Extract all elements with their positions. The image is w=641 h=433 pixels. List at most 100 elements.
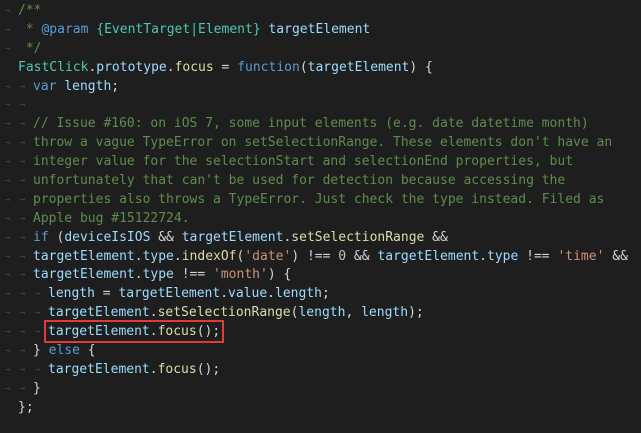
code-token: length [361,305,409,321]
code-token: type [487,248,519,264]
code-token: focus [157,361,197,377]
code-token: throw a vague TypeError on setSelectionR… [33,135,613,151]
code-token: function [237,59,300,75]
code-token: ; [111,78,120,94]
code-token: properties also throws a TypeError. Just… [33,191,605,207]
code-token: targetElement [33,248,135,264]
code-token: 'time' [557,248,605,264]
code-token: targetElement [118,286,221,302]
code-token: (); [196,324,221,340]
code-line[interactable]: → → properties also throws a TypeError. Ju… [0,191,641,210]
code-token: focus [157,324,197,340]
whitespace-marker-icon: → [20,119,26,130]
code-token: ( [299,59,308,75]
whitespace-marker-icon: → [20,157,26,168]
code-token: . [220,286,229,302]
code-token: targetElement [48,361,150,377]
code-token: . [173,248,182,264]
code-line[interactable]: }; [0,399,641,418]
whitespace-marker-icon: → [20,194,26,205]
code-line[interactable]: → → Apple bug #15122724. [0,210,641,229]
code-line[interactable]: → → unfortunately that can't be used for d… [0,172,641,191]
code-text: /** [18,2,41,21]
whitespace-marker-icon: → [5,138,11,149]
whitespace-marker-icon: → [20,138,26,149]
code-token: else [48,343,80,359]
code-text: */ [18,40,42,59]
code-token: type [142,248,174,264]
code-text: } else { [33,342,96,361]
code-token: // Issue #160: on iOS 7, some input elem… [33,116,589,132]
code-line[interactable]: → → [0,96,641,115]
whitespace-marker-icon: → [5,364,11,375]
whitespace-marker-icon: → [5,176,11,187]
code-token: prototype [96,59,167,75]
code-token: && [346,248,378,264]
whitespace-marker-icon: → [20,308,26,319]
code-token: deviceIsIOS [64,229,151,245]
code-line[interactable]: → → if (deviceIsIOS && targetElement.setSe… [0,229,641,248]
code-token: !== [173,267,214,283]
code-line[interactable]: → → targetElement.type.indexOf('date') !==… [0,248,641,267]
code-line[interactable]: → → integer value for the selectionStart a… [0,153,641,172]
code-token: ) !== [291,248,339,264]
code-token: unfortunately that can't be used for det… [33,173,566,189]
whitespace-marker-icon: → [5,383,11,394]
code-token: . [149,324,158,340]
code-token: . [134,248,143,264]
code-text: length = targetElement.value.length; [48,285,330,304]
code-line[interactable]: → → → targetElement.setSelectionRange(lengt… [0,304,641,323]
code-text: properties also throws a TypeError. Just… [33,191,604,210]
code-token: = [213,59,238,75]
code-line[interactable]: → */ [0,40,641,59]
code-text: if (deviceIsIOS && targetElement.setSele… [33,229,448,248]
whitespace-marker-icon: → [5,346,11,357]
code-token: { [79,343,96,359]
code-text: throw a vague TypeError on setSelectionR… [33,134,612,153]
code-text: // Issue #160: on iOS 7, some input elem… [33,115,589,134]
whitespace-marker-icon: → [5,289,11,300]
code-token: . [134,267,143,283]
code-text: Apple bug #15122724. [33,210,190,229]
code-token: {EventTarget|Element} [96,21,261,37]
code-token: integer value for the selectionStart and… [33,154,574,170]
whitespace-marker-icon: → [35,308,41,319]
code-line[interactable]: → → var length; [0,78,641,97]
whitespace-marker-icon: → [20,251,26,262]
whitespace-marker-icon: → [20,383,26,394]
code-text: }; [18,399,34,418]
code-editor[interactable]: → /** → * @param {EventTarget|Element} tar… [0,0,641,433]
code-token: . [149,305,158,321]
code-token: targetElement [307,59,410,75]
whitespace-marker-icon: → [20,232,26,243]
code-line[interactable]: → * @param {EventTarget|Element} targetE… [0,21,641,40]
code-line[interactable]: → → → targetElement.focus(); [0,361,641,380]
code-line[interactable]: → → → length = targetElement.value.length; [0,285,641,304]
code-token: = [94,286,119,302]
code-token: . [267,286,275,302]
code-token: */ [18,40,42,56]
code-line[interactable]: → →} [0,380,641,399]
whitespace-marker-icon: → [20,100,26,111]
code-token: . [149,361,158,377]
code-line[interactable]: → → // Issue #160: on iOS 7, some input el… [0,115,641,134]
code-line[interactable]: → → → targetElement.focus(); [0,320,641,344]
code-token: setSelectionRange [157,305,291,321]
code-line[interactable]: → → throw a vague TypeError on setSelectio… [0,134,641,153]
highlighted-statement: targetElement.focus(); [43,320,225,344]
code-text: * @param {EventTarget|Element} targetEle… [18,21,370,40]
code-line[interactable]: → →} else { [0,342,641,361]
code-line[interactable]: → /** [0,2,641,21]
whitespace-marker-icon: → [20,176,26,187]
code-line[interactable]: → → targetElement.type !== 'month') { [0,266,641,285]
code-token: targetElement [48,305,150,321]
code-token: ( [48,229,65,245]
code-token: targetElement [377,248,480,264]
whitespace-marker-icon: → [35,289,41,300]
code-token: targetElement [268,21,371,37]
code-token: } [33,343,49,359]
whitespace-marker-icon: → [5,194,11,205]
code-line[interactable]: FastClick.prototype.focus = function(tar… [0,59,641,78]
code-token: FastClick [18,59,89,75]
code-token: setSelectionRange [291,229,425,245]
